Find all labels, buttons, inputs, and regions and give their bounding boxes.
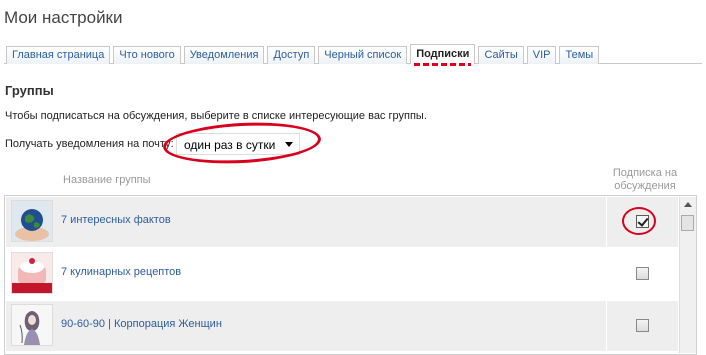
section-title: Группы [5, 83, 54, 98]
globe-in-hands-thumb [11, 200, 53, 242]
column-header-subscription: Подписка на обсуждения [606, 167, 684, 193]
column-divider [606, 301, 607, 351]
tab-subscriptions[interactable]: Подписки [410, 44, 476, 66]
subscription-checkbox[interactable] [636, 319, 649, 332]
tab-themes[interactable]: Темы [559, 46, 600, 64]
tab-blacklist[interactable]: Черный список [318, 46, 408, 64]
tab-whats-new[interactable]: Что нового [113, 46, 181, 64]
email-notify-label: Получать уведомления на почту: [5, 138, 174, 150]
column-header-subscription-line1: Подписка на [612, 167, 678, 179]
column-divider [606, 249, 607, 299]
active-tab-underline [414, 63, 472, 66]
subscription-checkbox[interactable] [636, 267, 649, 280]
tab-vip[interactable]: VIP [526, 46, 557, 64]
tab-access[interactable]: Доступ [267, 46, 316, 64]
table-scrollbar[interactable] [679, 197, 696, 353]
group-name-link[interactable]: 7 интересных фактов [61, 214, 171, 226]
highlight-oval-select [162, 118, 322, 168]
page-title: Мои настройки [4, 8, 123, 27]
scroll-up-arrow-icon[interactable] [684, 202, 692, 207]
column-divider [606, 197, 607, 247]
group-name-link[interactable]: 90-60-90 | Корпорация Женщин [61, 318, 222, 330]
column-header-subscription-line2: обсуждения [614, 180, 676, 192]
table-row: 90-60-90 | Корпорация Женщин [6, 301, 678, 351]
tab-notifications[interactable]: Уведомления [183, 46, 265, 64]
tab-sites[interactable]: Сайты [478, 46, 524, 64]
table-row: 7 кулинарных рецептов [6, 249, 678, 299]
tab-subscriptions-label: Подписки [416, 48, 470, 60]
info-text: Чтобы подписаться на обсуждения, выберит… [5, 110, 427, 122]
cupcakes-thumb [11, 252, 53, 294]
woman-sketch-thumb [11, 304, 53, 346]
highlight-oval-checkbox [622, 207, 656, 235]
column-header-group-name: Название группы [63, 174, 151, 186]
tab-main-page[interactable]: Главная страница [6, 46, 111, 64]
settings-tabs: Главная страница Что нового Уведомления … [6, 44, 602, 66]
table-row: 7 интересных фактов [6, 197, 678, 247]
group-name-link[interactable]: 7 кулинарных рецептов [61, 266, 181, 278]
scrollbar-thumb[interactable] [681, 215, 694, 231]
